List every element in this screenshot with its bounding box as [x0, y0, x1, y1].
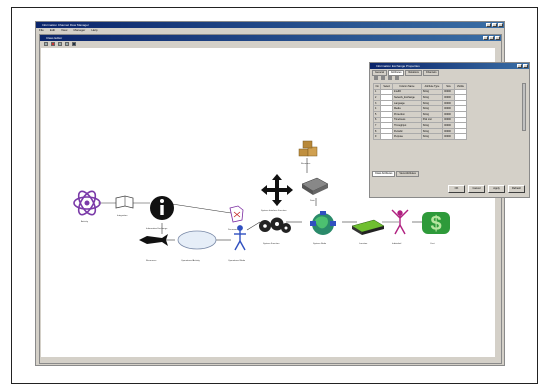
row-column-name: Purpose: [392, 133, 422, 140]
arrows-label: System Interface Function: [261, 209, 287, 212]
globe-label: System Node: [313, 242, 327, 245]
sort-row-icon[interactable]: [395, 76, 399, 80]
tab-channels[interactable]: Channels: [422, 70, 440, 76]
fish-icon[interactable]: [139, 234, 168, 246]
tab-view-attributes[interactable]: View Attributes: [396, 171, 419, 177]
boxes-icon[interactable]: [298, 140, 318, 157]
apply-button[interactable]: Apply: [488, 185, 505, 193]
boxes-label: Resource: [301, 162, 311, 165]
properties-titlebar[interactable]: Information Exchange Properties: [370, 63, 529, 69]
screenshot-frame: Information Channel Flow Manager File Ed…: [11, 7, 538, 384]
row-visible-checkbox[interactable]: [453, 133, 468, 140]
hdd-label: Data: [310, 199, 315, 202]
remove-row-icon[interactable]: [381, 76, 385, 80]
lower-tabs: Class Attributes View Attributes: [372, 171, 419, 177]
add-row-icon[interactable]: [374, 76, 378, 80]
row-select-checkbox[interactable]: [380, 133, 394, 140]
tab-class-attributes[interactable]: Class Attributes: [372, 171, 396, 177]
move-row-icon[interactable]: [388, 76, 392, 80]
dialog-buttons: OK Cancel Apply Refresh: [448, 185, 525, 193]
atom-icon[interactable]: [73, 189, 101, 218]
table-row[interactable]: 9 Purpose String 00000: [372, 133, 468, 140]
tab-relations[interactable]: Relations: [405, 70, 422, 76]
refresh-button[interactable]: Refresh: [508, 185, 525, 193]
attributes-table: No Select Column Name Attribute Type Siz…: [372, 83, 468, 140]
cancel-button[interactable]: Cancel: [468, 185, 485, 193]
row-size: 00000: [442, 133, 455, 140]
info-icon[interactable]: [150, 196, 174, 220]
properties-toolbar: [374, 76, 399, 80]
dollar-icon[interactable]: $: [422, 212, 450, 235]
ellipse-label: Operational Activity: [181, 259, 201, 262]
flag-icon[interactable]: [229, 205, 244, 223]
hard-drive-icon[interactable]: [301, 177, 329, 195]
book-icon[interactable]: [115, 195, 134, 209]
globe-icon[interactable]: [310, 211, 336, 235]
svg-text:$: $: [430, 213, 441, 235]
person-label: Operational Node: [228, 259, 246, 262]
properties-dialog: Information Exchange Properties General …: [369, 62, 530, 198]
move-arrows-icon[interactable]: [261, 174, 293, 206]
atom-label: Activity: [81, 220, 89, 223]
activity-ellipse-icon[interactable]: [177, 230, 217, 250]
properties-help-button[interactable]: [517, 64, 522, 68]
properties-close-button[interactable]: [523, 64, 528, 68]
flag-label: Document: [228, 228, 238, 231]
properties-controls: [517, 64, 528, 68]
gears-icon[interactable]: [259, 217, 291, 234]
table-label: Location: [359, 242, 368, 245]
dollar-label: Cost: [430, 242, 435, 245]
row-attribute-type: String: [420, 133, 444, 140]
ok-button[interactable]: OK: [448, 185, 465, 193]
row-number: 9: [372, 133, 382, 140]
gears-label: System Function: [263, 242, 280, 245]
dancer-label: Individual: [392, 243, 402, 245]
attributes-table-body: 1 IntelID String 00000 2 Network_Exchange Stri…: [372, 88, 468, 140]
info-label: Information Exchange: [146, 227, 168, 230]
table-scrollbar[interactable]: [522, 83, 526, 131]
book-label: Integration: [117, 214, 128, 217]
fish-label: Resources: [146, 259, 157, 262]
properties-title: Information Exchange Properties: [376, 64, 420, 68]
